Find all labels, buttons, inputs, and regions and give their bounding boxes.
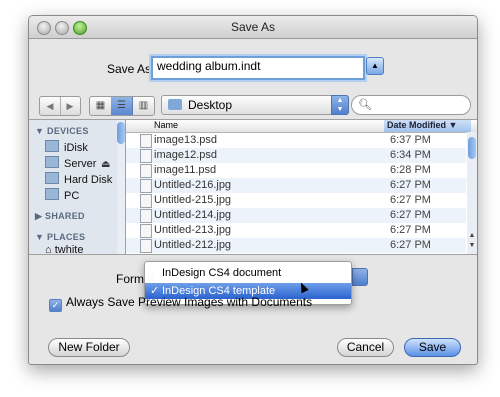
location-popup[interactable]: Desktop ▲ ▼	[161, 95, 349, 115]
table-row[interactable]: Untitled-214.jpg 6:27 PM	[126, 208, 466, 223]
table-row[interactable]: image12.psd 6:34 PM	[126, 148, 466, 163]
sidebar-item-hard-disk[interactable]: Hard Disk	[45, 172, 112, 186]
history-nav: ◀ ▶	[39, 96, 81, 116]
save-as-label: Save As:	[107, 62, 155, 76]
jpg-file-icon	[140, 224, 152, 238]
file-browser: ▼ DEVICES iDisk Server ⏏ Hard Disk PC ▶ …	[29, 119, 477, 256]
format-popup-arrow-icon[interactable]	[352, 268, 368, 286]
triangle-up-icon: ▲	[371, 61, 379, 70]
psd-file-icon	[140, 164, 152, 178]
pc-icon	[45, 188, 59, 200]
table-row[interactable]: Untitled-216.jpg 6:27 PM	[126, 178, 466, 193]
sidebar-item-home[interactable]: ⌂ twhite	[45, 244, 83, 256]
sidebar-scrollbar[interactable]	[117, 120, 125, 254]
home-icon: ⌂	[45, 244, 55, 256]
sidebar-heading-places[interactable]: ▼ PLACES	[35, 232, 85, 242]
save-as-dialog: Save As Save As: wedding album.indt ▲ ◀ …	[28, 15, 478, 365]
sidebar: ▼ DEVICES iDisk Server ⏏ Hard Disk PC ▶ …	[29, 120, 126, 256]
back-arrow-icon[interactable]: ◀	[40, 97, 61, 115]
new-folder-button[interactable]: New Folder	[48, 338, 130, 357]
save-button[interactable]: Save	[404, 338, 461, 357]
sidebar-scroll-thumb[interactable]	[117, 122, 125, 144]
preview-checkbox-label: Always Save Preview Images with Document…	[66, 295, 313, 309]
file-list-scrollbar[interactable]: ▲ ▼	[467, 132, 477, 254]
sidebar-item-idisk[interactable]: iDisk	[45, 140, 88, 154]
jpg-file-icon	[140, 239, 152, 253]
table-row[interactable]: Untitled-212.jpg 6:27 PM	[126, 238, 466, 253]
psd-file-icon	[140, 134, 152, 148]
icon-view-icon[interactable]: ▦	[90, 97, 112, 115]
column-date-header[interactable]: Date Modified ▼	[384, 120, 471, 132]
window-title: Save As	[230, 20, 276, 34]
preview-checkbox-row[interactable]: ✓ Always Save Preview Images with Documen…	[49, 295, 312, 312]
location-label: Desktop	[188, 98, 233, 112]
scroll-up-icon[interactable]: ▲	[467, 232, 477, 239]
sidebar-item-server[interactable]: Server	[45, 156, 96, 170]
file-list: Name Date Modified ▼ image13.psd 6:37 PM …	[126, 120, 477, 254]
jpg-file-icon	[140, 194, 152, 208]
column-view-icon[interactable]: ▥	[133, 97, 154, 115]
cancel-button[interactable]: Cancel	[337, 338, 394, 357]
sidebar-heading-shared[interactable]: ▶ SHARED	[35, 211, 85, 222]
file-rows: image13.psd 6:37 PM image12.psd 6:34 PM im…	[126, 133, 466, 253]
column-header: Name Date Modified ▼	[126, 120, 477, 133]
popup-arrows-icon: ▲ ▼	[331, 95, 349, 115]
scroll-down-icon[interactable]: ▼	[467, 242, 477, 249]
search-icon: 🔍︎	[358, 99, 372, 111]
table-row[interactable]: Untitled-213.jpg 6:27 PM	[126, 223, 466, 238]
column-name-header[interactable]: Name	[154, 120, 178, 130]
hard-disk-icon	[45, 172, 59, 184]
server-icon	[45, 156, 59, 168]
idisk-icon	[45, 140, 59, 152]
file-list-scroll-thumb[interactable]	[468, 137, 476, 159]
title-bar[interactable]: Save As	[29, 16, 477, 39]
sidebar-heading-devices[interactable]: ▼ DEVICES	[35, 126, 89, 136]
format-option-document[interactable]: InDesign CS4 document	[145, 265, 351, 281]
sidebar-item-pc[interactable]: PC	[45, 188, 79, 202]
view-mode-switch: ▦ ☰ ▥	[89, 96, 155, 116]
table-row[interactable]: Untitled-215.jpg 6:27 PM	[126, 193, 466, 208]
preview-checkbox[interactable]: ✓	[49, 299, 62, 312]
list-view-icon[interactable]: ☰	[111, 97, 133, 115]
forward-arrow-icon[interactable]: ▶	[60, 97, 80, 115]
psd-file-icon	[140, 149, 152, 163]
jpg-file-icon	[140, 209, 152, 223]
folder-icon	[168, 99, 182, 110]
search-field[interactable]: 🔍︎	[351, 95, 471, 115]
filename-input[interactable]: wedding album.indt	[151, 56, 365, 80]
table-row[interactable]: image11.psd 6:28 PM	[126, 163, 466, 178]
jpg-file-icon	[140, 179, 152, 193]
eject-icon[interactable]: ⏏	[101, 159, 110, 170]
table-row[interactable]: image13.psd 6:37 PM	[126, 133, 466, 148]
expand-button[interactable]: ▲	[366, 57, 384, 75]
